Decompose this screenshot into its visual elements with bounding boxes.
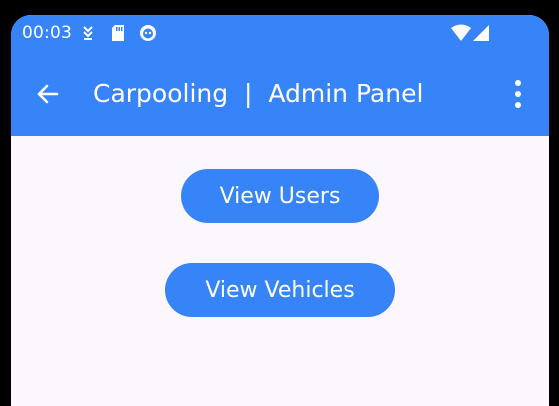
- sd-card-icon: [112, 25, 124, 41]
- wifi-icon: [451, 24, 471, 41]
- status-bar: 00:03: [11, 15, 549, 52]
- more-vert-icon[interactable]: [504, 77, 532, 111]
- app-bar: Carpooling | Admin Panel: [11, 52, 549, 136]
- view-vehicles-button[interactable]: View Vehicles: [165, 263, 395, 317]
- download-icon: [83, 26, 93, 40]
- device-screen: 00:03 Carpooling | Admin Panel View User…: [11, 15, 549, 406]
- app-notification-icon: [140, 25, 156, 41]
- page-title: Carpooling | Admin Panel: [93, 79, 424, 108]
- status-time: 00:03: [22, 23, 72, 43]
- view-users-button[interactable]: View Users: [181, 169, 379, 223]
- arrow-back-icon[interactable]: [30, 76, 66, 112]
- cell-signal-icon: [473, 25, 489, 41]
